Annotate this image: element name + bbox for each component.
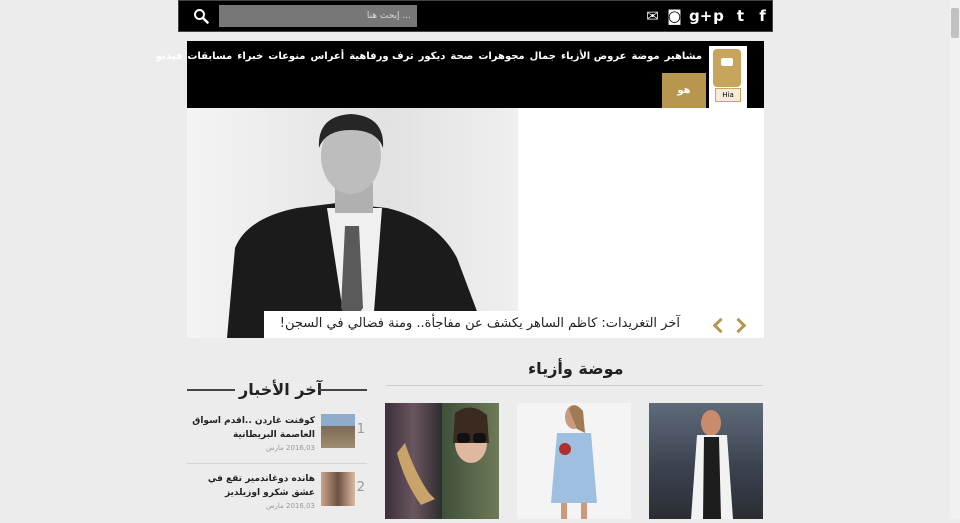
news-date: 2016,03 مارس [266, 444, 315, 452]
nav-item-fashion[interactable]: موضة [631, 51, 659, 62]
nav-item-fashion-shows[interactable]: عروض الأزياء [561, 51, 626, 62]
news-headline[interactable]: كوفنت غاردن ..اقدم اسواق العاصمة البريطا… [185, 414, 315, 442]
news-title-rule-left [187, 389, 235, 391]
fashion-section-title[interactable]: موضة وأزياء [528, 359, 624, 378]
nav-item-weddings[interactable]: أعراس [310, 51, 344, 62]
site-header: مشاهير موضة عروض الأزياء جمال مجوهرات صح… [156, 41, 764, 108]
instagram-icon[interactable]: ◙ [667, 7, 682, 25]
nav-item-beauty[interactable]: جمال [530, 51, 556, 62]
hero-caption[interactable]: آخر التغريدات: كاظم الساهر يكشف عن مفاجأ… [280, 316, 680, 331]
nav-item-decor[interactable]: ديكور [419, 51, 446, 62]
nav-item-celebrities[interactable]: مشاهير [665, 51, 702, 62]
nav-item-experts[interactable]: خبراء [237, 51, 263, 62]
hero-image[interactable] [187, 108, 518, 338]
fashion-divider [386, 385, 763, 386]
hero-slider: آخر التغريدات: كاظم الساهر يكشف عن مفاجأ… [187, 108, 764, 338]
prev-arrow-icon[interactable] [712, 317, 729, 334]
scrollbar-thumb[interactable] [951, 8, 959, 38]
search-icon[interactable] [193, 8, 209, 24]
main-nav: مشاهير موضة عروض الأزياء جمال مجوهرات صح… [156, 51, 702, 62]
news-title-rule-right [319, 389, 367, 391]
news-section-title[interactable]: آخر الأخبار [239, 380, 322, 399]
nav-item-misc[interactable]: منوعات [268, 51, 305, 62]
hero-caption-bar: آخر التغريدات: كاظم الساهر يكشف عن مفاجأ… [264, 311, 764, 338]
news-headline[interactable]: هانده دوغاندمير تقع في عشق شكرو اوزيلديز [185, 472, 315, 500]
fashion-card-image[interactable] [385, 403, 499, 519]
nav-item-contests[interactable]: مسابقات [187, 51, 232, 62]
email-icon[interactable]: ✉ [645, 7, 660, 25]
google-plus-icon[interactable]: g+ [689, 7, 712, 25]
news-item[interactable]: 1 كوفنت غاردن ..اقدم اسواق العاصمة البري… [187, 414, 367, 464]
logo-badge: Hia [715, 88, 741, 102]
twitter-icon[interactable]: t [733, 7, 748, 25]
fashion-figure [691, 410, 733, 519]
social-links: ✉ ◙ g+ p t f [645, 7, 770, 25]
fashion-card-image[interactable] [649, 403, 763, 519]
fashion-figure [551, 405, 597, 519]
news-date: 2016,03 مارس [266, 502, 315, 510]
nav-item-jewelry[interactable]: مجوهرات [478, 51, 524, 62]
top-bar: ✉ ◙ g+ p t f [178, 0, 773, 32]
news-thumbnail[interactable] [321, 414, 355, 448]
nav-tab-he[interactable]: هو [662, 73, 706, 108]
news-item[interactable]: 2 هانده دوغاندمير تقع في عشق شكرو اوزيلد… [187, 472, 367, 522]
site-logo[interactable]: Hia [709, 46, 747, 108]
next-arrow-icon[interactable] [730, 317, 747, 334]
news-divider [187, 463, 367, 464]
pinterest-icon[interactable]: p [711, 7, 726, 25]
fashion-collage [397, 407, 489, 505]
fashion-card-image[interactable] [517, 403, 631, 519]
nav-item-luxury[interactable]: ترف ورفاهية [349, 51, 413, 62]
nav-item-video[interactable]: فيديو [156, 51, 182, 62]
logo-mark [713, 49, 741, 87]
news-thumbnail[interactable] [321, 472, 355, 506]
news-number: 1 [356, 422, 365, 437]
portrait-illustration [227, 114, 487, 338]
page-scrollbar[interactable] [950, 0, 960, 519]
search-input[interactable] [219, 5, 417, 27]
news-number: 2 [356, 480, 365, 495]
nav-item-health[interactable]: صحة [450, 51, 473, 62]
facebook-icon[interactable]: f [755, 7, 770, 25]
